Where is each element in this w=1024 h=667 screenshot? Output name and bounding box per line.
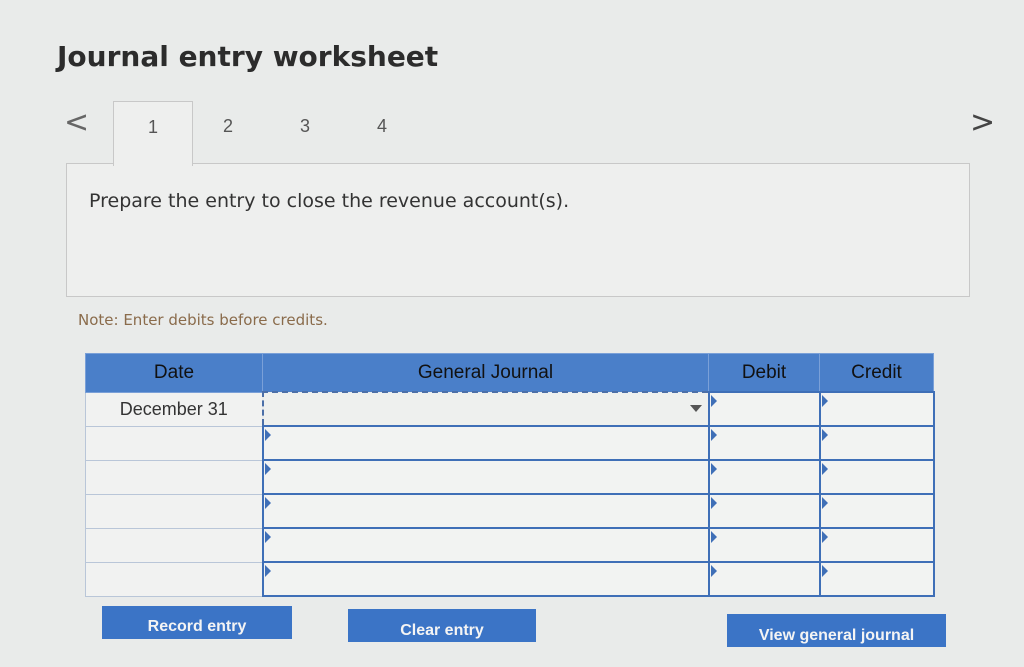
clear-entry-button[interactable]: Clear entry	[348, 609, 536, 642]
cell-marker-icon	[710, 395, 717, 407]
debit-input[interactable]	[707, 493, 821, 529]
account-input[interactable]	[261, 459, 710, 495]
debit-input[interactable]	[707, 425, 821, 461]
cell-marker-icon	[821, 497, 828, 509]
debit-input[interactable]	[707, 459, 821, 495]
debit-input[interactable]	[707, 561, 821, 597]
header-general-journal: General Journal	[262, 353, 709, 393]
cell-marker-icon	[821, 429, 828, 441]
chevron-down-icon[interactable]	[689, 405, 702, 412]
cell-marker-icon	[264, 531, 271, 543]
instruction-text: Prepare the entry to close the revenue a…	[89, 190, 570, 212]
date-cell	[85, 425, 263, 461]
table-row	[85, 425, 935, 461]
tab-2[interactable]: 2	[189, 101, 267, 163]
cell-marker-icon	[710, 463, 717, 475]
credit-input[interactable]	[818, 459, 935, 495]
cell-marker-icon	[710, 497, 717, 509]
table-row	[85, 459, 935, 495]
date-cell	[85, 561, 263, 597]
cell-marker-icon	[264, 463, 271, 475]
account-input[interactable]	[261, 561, 710, 597]
tab-4[interactable]: 4	[343, 101, 421, 163]
tab-1[interactable]: 1	[113, 101, 193, 166]
cell-marker-icon	[710, 565, 717, 577]
account-input[interactable]	[261, 527, 710, 563]
debit-input[interactable]	[707, 391, 821, 427]
table-row	[85, 561, 935, 597]
account-input[interactable]	[261, 493, 710, 529]
credit-input[interactable]	[818, 425, 935, 461]
cell-marker-icon	[821, 463, 828, 475]
cell-marker-icon	[264, 497, 271, 509]
cell-marker-icon	[264, 429, 271, 441]
note-text: Note: Enter debits before credits.	[78, 311, 328, 329]
cell-marker-icon	[710, 429, 717, 441]
table-header-row: Date General Journal Debit Credit	[85, 353, 934, 393]
instruction-panel: Prepare the entry to close the revenue a…	[66, 163, 970, 297]
debit-input[interactable]	[707, 527, 821, 563]
table-row: December 31	[85, 391, 935, 427]
credit-input[interactable]	[818, 527, 935, 563]
date-cell	[85, 527, 263, 563]
header-date: Date	[85, 353, 263, 393]
cell-marker-icon	[821, 395, 828, 407]
header-debit: Debit	[708, 353, 820, 393]
tab-3[interactable]: 3	[266, 101, 344, 163]
date-cell	[85, 459, 263, 495]
table-row	[85, 493, 935, 529]
cell-marker-icon	[821, 531, 828, 543]
prev-arrow-icon[interactable]: <	[64, 108, 89, 138]
credit-input[interactable]	[818, 493, 935, 529]
header-credit: Credit	[819, 353, 934, 393]
next-arrow-icon[interactable]: >	[970, 108, 995, 138]
date-cell: December 31	[85, 391, 263, 427]
account-input[interactable]	[261, 425, 710, 461]
credit-input[interactable]	[818, 391, 935, 427]
cell-marker-icon	[710, 531, 717, 543]
journal-table: Date General Journal Debit Credit Decemb…	[85, 353, 935, 597]
credit-input[interactable]	[818, 561, 935, 597]
date-cell	[85, 493, 263, 529]
record-entry-button[interactable]: Record entry	[102, 606, 292, 639]
table-row	[85, 527, 935, 563]
view-general-journal-button[interactable]: View general journal	[727, 614, 946, 647]
cell-marker-icon	[821, 565, 828, 577]
cell-marker-icon	[264, 565, 271, 577]
page-title: Journal entry worksheet	[57, 40, 439, 73]
account-select[interactable]	[261, 391, 710, 427]
